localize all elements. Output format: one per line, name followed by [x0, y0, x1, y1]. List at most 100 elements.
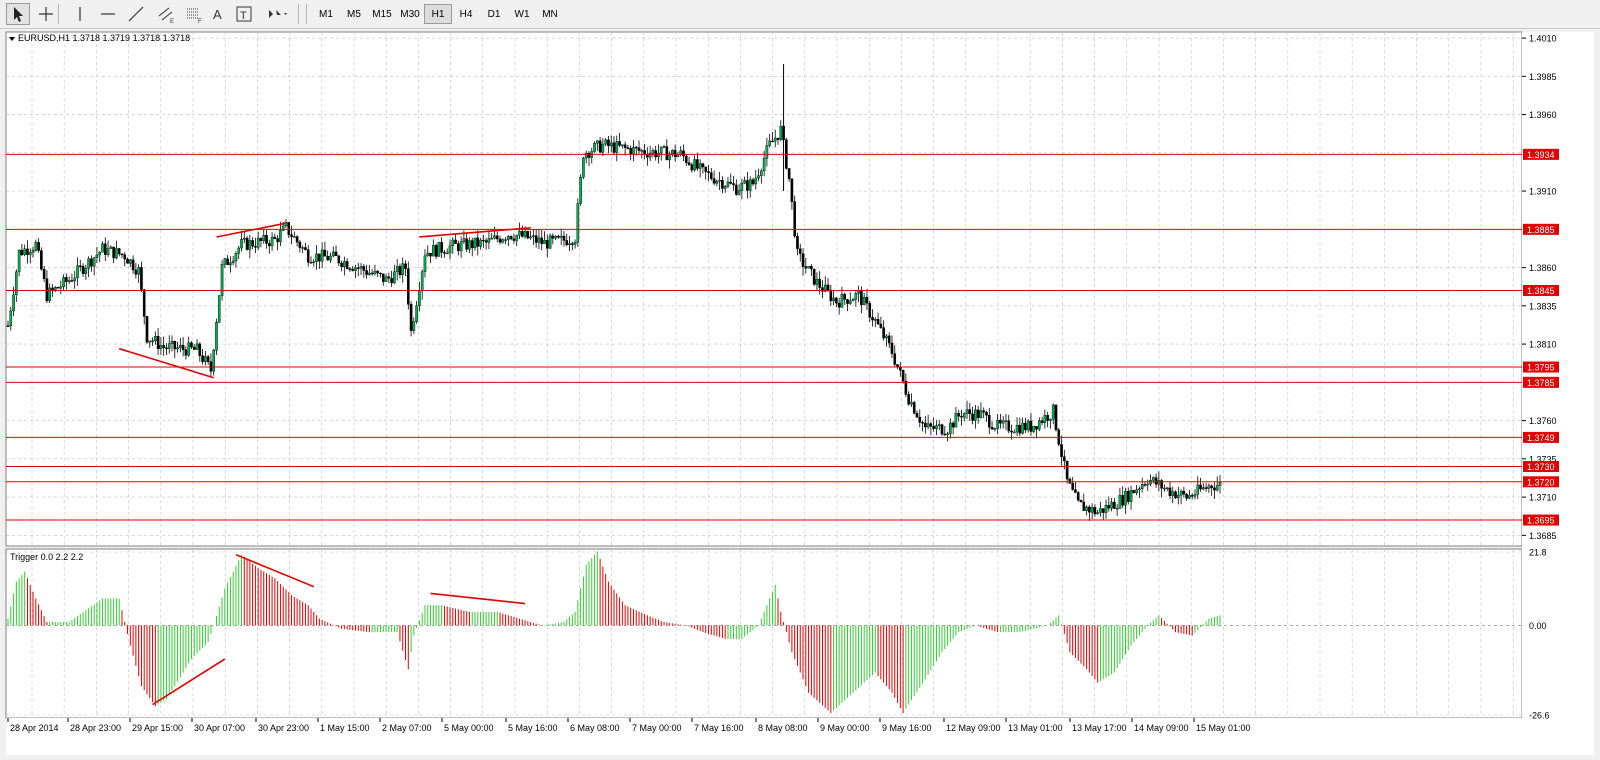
candle-body [487, 238, 491, 243]
time-label: 2 May 07:00 [382, 723, 432, 733]
candle-body [1165, 487, 1169, 490]
candle-body [112, 246, 115, 259]
main-chart-pane[interactable] [5, 31, 1523, 547]
timeframe-d1-button[interactable]: D1 [480, 4, 508, 24]
time-label: 7 May 00:00 [632, 723, 682, 733]
candle-body [876, 319, 880, 325]
candle-body [1138, 488, 1141, 490]
candle-body [843, 293, 847, 300]
candle-body [315, 253, 318, 262]
candle-body [721, 179, 724, 189]
timeframe-mn-button[interactable]: MN [536, 4, 564, 24]
candle-body [801, 253, 805, 267]
candle-body [609, 142, 613, 147]
time-label: 15 May 01:00 [1196, 723, 1251, 733]
timeframe-h4-button[interactable]: H4 [452, 4, 480, 24]
timeframe-m30-button[interactable]: M30 [396, 4, 424, 24]
candle-body [518, 231, 521, 236]
candle-body [190, 342, 193, 348]
candle-body [90, 258, 93, 267]
candle-body [159, 345, 163, 350]
text-tool-button[interactable]: A [206, 3, 230, 25]
arrows-tool-button[interactable] [262, 3, 292, 25]
toolbar-separator [58, 4, 59, 24]
candle-body [637, 147, 641, 151]
candle-body [604, 139, 607, 145]
fibonacci-tool-button[interactable]: F [182, 3, 206, 25]
candle-body [1115, 507, 1119, 510]
timeframe-w1-button[interactable]: W1 [508, 4, 536, 24]
candle-body [501, 239, 505, 243]
candle-body [1032, 426, 1036, 432]
candle-body [231, 260, 235, 264]
candle-body [1207, 485, 1211, 489]
timeframe-m1-button[interactable]: M1 [312, 4, 340, 24]
candle-body [20, 249, 24, 255]
cursor-tool-button[interactable] [6, 3, 30, 25]
candle-body [643, 150, 646, 155]
candle-body [537, 237, 541, 243]
candle-body [184, 349, 188, 356]
candle-body [31, 249, 35, 253]
price-tick-label: 1.3710 [1529, 493, 1557, 503]
svg-text:E: E [170, 19, 174, 25]
timeframe-m5-button[interactable]: M5 [340, 4, 368, 24]
equidistant-channel-tool-button[interactable]: E [154, 3, 178, 25]
vertical-line-tool-button[interactable] [68, 3, 92, 25]
candle-body [1135, 489, 1138, 494]
candle-body [543, 240, 546, 244]
candle-body [740, 183, 744, 191]
crosshair-tool-button[interactable] [34, 3, 58, 25]
indicator-tick-label: 0.00 [1529, 621, 1547, 631]
candle-body [709, 172, 713, 179]
candle-body [34, 242, 38, 251]
candle-body [860, 290, 863, 306]
candle-body [976, 409, 980, 418]
time-label: 8 May 08:00 [758, 723, 808, 733]
candle-body [1049, 418, 1052, 421]
candle-body [960, 416, 963, 418]
candle-body [432, 245, 435, 257]
candle-body [165, 347, 168, 349]
text-label-tool-icon: T [236, 6, 252, 22]
candle-body [807, 266, 810, 269]
candle-body [1007, 420, 1011, 432]
candle-body [120, 253, 124, 256]
text-label-tool-button[interactable]: T [232, 3, 256, 25]
candle-body [187, 342, 190, 356]
candle-body [1090, 507, 1094, 513]
timeframe-m15-button[interactable]: M15 [368, 4, 396, 24]
candle-body [885, 335, 888, 339]
candle-body [1074, 489, 1077, 493]
candle-body [715, 180, 719, 184]
candle-body [226, 258, 229, 266]
timeframe-h1-button[interactable]: H1 [424, 4, 452, 24]
candle-body [1143, 484, 1147, 486]
candle-body [115, 248, 118, 259]
candle-body [1051, 404, 1055, 420]
price-tick-label: 1.3760 [1529, 416, 1557, 426]
candle-body [437, 242, 441, 257]
candle-body [554, 235, 557, 239]
candle-body [851, 299, 855, 302]
chart-window[interactable]: 1.4010 1.3985 1.3960 1.3910 1.3860 1.3835 1.38… [4, 30, 1596, 757]
candle-body [81, 266, 85, 274]
trendline-tool-button[interactable] [124, 3, 148, 25]
candle-body [548, 235, 552, 249]
candle-body [1004, 420, 1008, 422]
candle-body [406, 268, 410, 305]
candle-body [390, 277, 393, 284]
candle-body [1107, 505, 1111, 509]
indicator-tick-label: 21.8 [1529, 548, 1547, 558]
horizontal-line-tool-button[interactable] [96, 3, 120, 25]
candle-body [312, 261, 316, 263]
candle-body [48, 287, 51, 302]
candle-body [662, 146, 666, 148]
candle-body [751, 179, 755, 185]
candle-body [429, 252, 432, 257]
candle-body [495, 235, 499, 240]
candle-body [84, 268, 88, 274]
candle-body [612, 142, 616, 153]
candle-body [893, 353, 897, 365]
price-chart[interactable]: 1.4010 1.3985 1.3960 1.3910 1.3860 1.3835 1.38… [4, 30, 1596, 757]
